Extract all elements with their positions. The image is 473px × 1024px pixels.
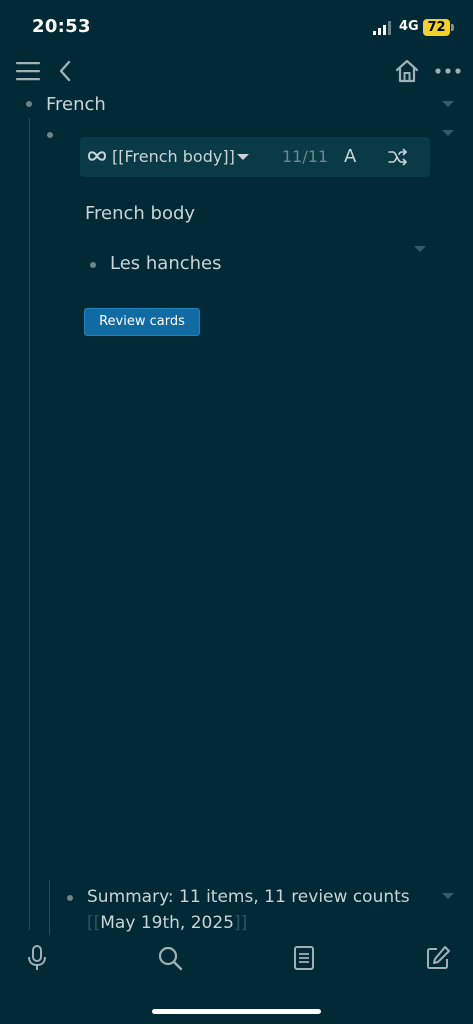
- collapse-toggle-summary[interactable]: [442, 893, 454, 899]
- date-bracket-close: ]]: [233, 913, 248, 933]
- more-horizontal-icon: [435, 68, 461, 74]
- app-screen: 20:53 4G 72 French [[French body]] 11/11…: [0, 0, 473, 1024]
- chevron-left-icon: [59, 60, 71, 82]
- home-indicator[interactable]: [152, 1009, 321, 1014]
- network-type: 4G: [399, 19, 419, 34]
- voice-input-button[interactable]: [22, 943, 52, 973]
- summary-guide-line: [49, 880, 50, 935]
- caret-down-icon[interactable]: [237, 154, 249, 160]
- new-note-button[interactable]: [423, 943, 453, 973]
- tree-guide-line: [29, 118, 30, 930]
- search-button[interactable]: [155, 943, 185, 973]
- home-icon: [395, 59, 419, 83]
- menu-button[interactable]: [14, 58, 42, 84]
- shuffle-icon[interactable]: [388, 148, 408, 166]
- query-toolbar: [[French body]] 11/11 A: [80, 137, 430, 177]
- battery-tip: [451, 24, 454, 31]
- more-options-button[interactable]: [434, 60, 462, 82]
- block-les-hanches[interactable]: Les hanches: [110, 253, 222, 274]
- collapse-toggle-embed[interactable]: [442, 130, 454, 136]
- microphone-icon: [28, 945, 46, 970]
- collapse-toggle-body[interactable]: [414, 246, 426, 252]
- status-time: 20:53: [32, 16, 91, 37]
- date-link[interactable]: [[May 19th, 2025]]: [87, 913, 247, 933]
- block-french[interactable]: French: [46, 94, 106, 115]
- date-bracket-open: [[: [87, 913, 101, 933]
- back-button[interactable]: [54, 58, 76, 84]
- review-cards-button[interactable]: Review cards: [84, 308, 200, 336]
- search-icon: [158, 946, 183, 971]
- battery-indicator: 72: [423, 19, 450, 36]
- hamburger-icon: [16, 62, 40, 81]
- page-button[interactable]: [289, 943, 319, 973]
- bullet-summary[interactable]: [67, 895, 73, 901]
- embed-link-text[interactable]: [[French body]]: [112, 147, 235, 166]
- font-toggle-button[interactable]: A: [344, 146, 356, 167]
- edit-icon: [427, 946, 450, 969]
- bullet-embed-block[interactable]: [47, 132, 53, 138]
- document-icon: [294, 946, 314, 970]
- card-count: 11/11: [282, 147, 329, 166]
- infinity-icon: [88, 151, 106, 161]
- home-button[interactable]: [392, 56, 422, 86]
- date-text[interactable]: May 19th, 2025: [100, 913, 234, 933]
- bullet-french[interactable]: [26, 101, 32, 107]
- embedded-block-title[interactable]: French body: [85, 203, 195, 224]
- bullet-les-hanches[interactable]: [90, 262, 96, 268]
- summary-text[interactable]: Summary: 11 items, 11 review counts: [87, 887, 410, 907]
- cellular-signal-icon: [373, 21, 391, 35]
- collapse-toggle-french[interactable]: [442, 101, 454, 107]
